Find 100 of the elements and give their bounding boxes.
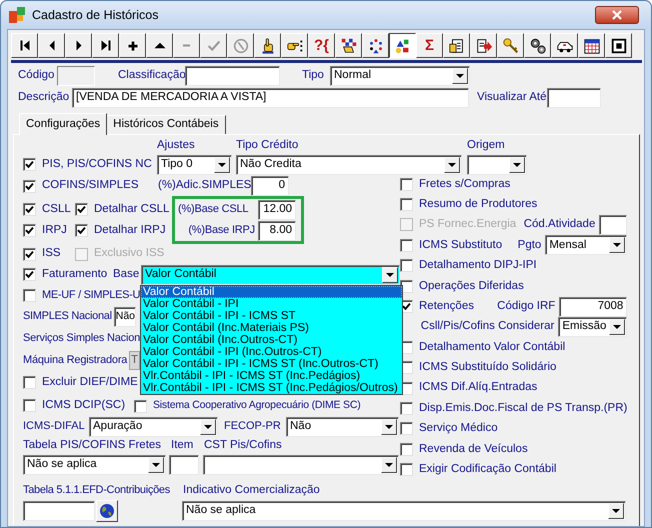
circle-icon — [232, 36, 250, 54]
field-label: ICMS-DIFAL — [23, 419, 86, 434]
tab[interactable]: Históricos Contábeis — [107, 115, 226, 134]
dropdown[interactable] — [467, 154, 527, 174]
checkbox[interactable] — [400, 422, 413, 436]
dropdown-option[interactable]: Valor Contábil - IPI — [141, 298, 402, 310]
globe-button[interactable] — [96, 500, 118, 522]
checkbox-label: ICMS Substituto — [419, 238, 502, 253]
checkbox-label: Serviço Médico — [419, 421, 498, 436]
dropdown[interactable]: Não Credita — [236, 154, 462, 174]
checkbox[interactable] — [23, 203, 36, 216]
dropdown-option[interactable]: Valor Contábil - IPI (Inc.Outros-CT) — [141, 346, 402, 358]
field-label: Indicativo Comercialização — [183, 482, 320, 498]
text-field[interactable]: 0 — [251, 176, 289, 196]
shapes-icon — [394, 36, 412, 54]
dropdown[interactable]: Não se aplica — [23, 454, 166, 474]
checkbox[interactable] — [23, 398, 36, 412]
field-label: Código IRF — [497, 298, 556, 314]
checkbox-label: Exclusivo ISS — [94, 246, 164, 262]
toolbar-button[interactable]: ?{ — [308, 33, 335, 58]
checkbox[interactable] — [400, 259, 413, 272]
dropdown-option[interactable]: Vlr.Contábil - IPI - ICMS ST (Inc.Pedágios) — [141, 370, 402, 382]
checkbox[interactable] — [400, 402, 413, 415]
checkbox[interactable] — [23, 180, 36, 192]
dropdown[interactable]: Tipo 0 — [157, 154, 232, 174]
field-label: Tabela 5.1.1.EFD-Contribuições — [23, 483, 171, 498]
checkbox[interactable] — [23, 248, 36, 260]
minus-icon — [182, 44, 191, 47]
checkbox[interactable] — [23, 289, 36, 302]
checkbox[interactable] — [23, 224, 36, 237]
checkbox[interactable] — [134, 400, 147, 413]
checkbox-label: Revenda de Veículos — [419, 442, 528, 457]
checkbox-label: Detalhamento Valor Contábil — [419, 340, 566, 355]
window-title: Cadastro de Históricos — [32, 6, 160, 24]
dropdown-option[interactable]: Valor Contábil — [141, 286, 402, 298]
toolbar-button[interactable]: Σ — [416, 33, 443, 58]
checkbox[interactable] — [23, 158, 36, 171]
field-label: Código — [18, 68, 56, 84]
field-label: Ajustes — [157, 138, 196, 153]
text-field[interactable] — [57, 66, 95, 86]
text-field[interactable]: [VENDA DE MERCADORIA A VISTA] — [72, 88, 469, 108]
text-field[interactable]: 7008 — [559, 296, 628, 317]
dropdown-option[interactable]: Valor Contábil (Inc.Outros-CT) — [141, 334, 402, 346]
checkbox-label: Disp.Emis.Doc.Fiscal de PS Transp.(PR) — [419, 400, 628, 416]
field-label: Tipo Crédito — [236, 138, 300, 153]
base-dropdown[interactable]: Valor Contábil — [141, 264, 400, 284]
dropdown[interactable]: Apuração — [89, 416, 218, 436]
field-label: Máquina Registradora — [23, 353, 128, 368]
field-label: Item — [171, 438, 194, 453]
dropdown[interactable]: Normal — [330, 66, 470, 86]
checkbox[interactable] — [23, 376, 36, 389]
dropdown-option[interactable]: Valor Contábil - IPI - ICMS ST — [141, 310, 402, 322]
checkbox-label: ICMS DCIP(SC) — [42, 398, 126, 413]
checkbox[interactable] — [400, 178, 413, 191]
checkbox-label: ISS — [42, 246, 61, 262]
text-field[interactable] — [185, 66, 280, 86]
checkbox-label: Excluir DIEF/DIME — [42, 374, 138, 390]
field-label: Csll/Pis/Cofins Considerar — [420, 319, 554, 334]
triangle-up-icon — [154, 42, 166, 49]
close-icon — [612, 10, 622, 20]
checkbox[interactable] — [400, 463, 413, 476]
checkbox-label: PIS, PIS/COFINS NC — [42, 156, 152, 172]
checkbox[interactable] — [75, 203, 88, 216]
checkbox[interactable] — [400, 238, 413, 252]
close-button[interactable] — [595, 6, 639, 24]
dropdown[interactable] — [203, 454, 399, 474]
dropdown[interactable]: Não — [286, 416, 399, 436]
field-label: Descrição — [18, 90, 70, 106]
field-label: Cód.Atividade — [524, 217, 596, 232]
dropdown-option[interactable]: Valor Contábil - IPI - ICMS ST (Inc.Outros-CT) — [141, 358, 402, 370]
text-field[interactable] — [599, 214, 628, 235]
tab[interactable]: Configurações — [19, 113, 108, 135]
next-icon — [76, 40, 82, 51]
checkbox-label: Fretes s/Compras — [419, 176, 510, 192]
text-field[interactable]: 12.00 — [258, 200, 296, 220]
checkbox-label: Exigir Codificação Contábil — [419, 462, 556, 478]
dropdown[interactable]: Não se aplica — [182, 500, 626, 521]
field-label: (%)Base CSLL — [178, 202, 250, 218]
dropdown[interactable]: Emissão — [558, 316, 628, 337]
checkbox[interactable] — [75, 224, 88, 237]
field-label: Tipo — [302, 68, 325, 84]
checkbox-label: CSLL — [42, 202, 71, 217]
text-field[interactable] — [23, 500, 95, 521]
checkbox-label: Sistema Cooperativo Agropecuário (DIME SC) — [153, 398, 361, 414]
checkbox-label: Faturamento — [42, 266, 108, 282]
text-field[interactable]: 8.00 — [258, 220, 296, 240]
dropdown-option[interactable]: Vlr.Contábil - IPI - ICMS ST (Inc.Pedágios/Outros) — [141, 382, 402, 394]
text-field[interactable]: T — [129, 351, 140, 370]
checkbox[interactable] — [400, 198, 413, 212]
document-icon — [448, 36, 466, 54]
dropdown[interactable]: Mensal — [545, 235, 628, 256]
dropdown-option[interactable]: Valor Contábil (Inc.Materiais PS) — [141, 322, 402, 334]
checkbox[interactable] — [400, 442, 413, 456]
dropdown[interactable]: Não — [114, 306, 136, 326]
checkbox-label: Retenções — [419, 298, 474, 314]
checkbox[interactable] — [23, 268, 36, 281]
text-field[interactable] — [169, 454, 199, 474]
text-field[interactable] — [547, 88, 601, 108]
toolbar-button[interactable] — [389, 33, 416, 58]
checkbox-label: IRPJ — [42, 222, 67, 238]
